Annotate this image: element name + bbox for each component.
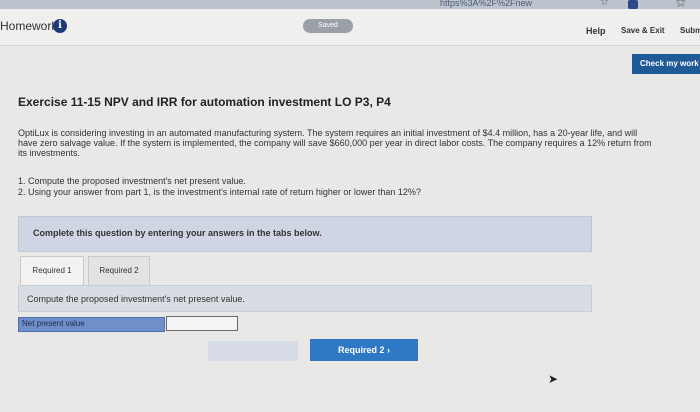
exercise-title: Exercise 11-15 NPV and IRR for automatio…	[18, 95, 391, 109]
question-2: 2. Using your answer from part 1, is the…	[18, 187, 421, 197]
instructions-text: Complete this question by entering your …	[33, 228, 322, 238]
help-link[interactable]: Help	[586, 26, 606, 36]
check-my-work-button[interactable]: Check my work	[632, 54, 700, 74]
npv-label-text: Net present value	[22, 319, 85, 328]
assignment-header: Homework i Saved Help Save & Exit Submit	[0, 9, 700, 46]
npv-input[interactable]	[166, 316, 238, 331]
mouse-cursor-icon: ➤	[548, 372, 559, 386]
saved-status-badge: Saved	[303, 19, 353, 33]
question-panel: Compute the proposed investment's net pr…	[18, 285, 592, 312]
browser-url-bar: https%3A%2F%2Fnew ☆ ⚝	[0, 0, 700, 9]
panel-prompt: Compute the proposed investment's net pr…	[27, 294, 245, 304]
instructions-banner: Complete this question by entering your …	[18, 216, 592, 252]
tab-required-1[interactable]: Required 1	[20, 256, 84, 286]
info-icon[interactable]: i	[53, 19, 67, 33]
next-required-2-button[interactable]: Required 2 ›	[310, 339, 418, 361]
npv-field-label: Net present value	[18, 317, 165, 332]
extensions-menu-icon[interactable]: ⚝	[676, 0, 686, 8]
tab-required-2[interactable]: Required 2	[88, 256, 150, 286]
bookmark-star-icon[interactable]: ☆	[600, 0, 609, 8]
submit-link[interactable]: Submit	[680, 26, 700, 35]
homework-label: Homework	[0, 19, 58, 33]
previous-button-disabled	[208, 341, 298, 361]
url-text[interactable]: https%3A%2F%2Fnew	[440, 0, 532, 8]
exercise-description: OptiLux is considering investing in an a…	[18, 128, 652, 158]
extension-icon[interactable]	[628, 0, 638, 9]
question-1: 1. Compute the proposed investment's net…	[18, 176, 246, 186]
save-exit-link[interactable]: Save & Exit	[621, 26, 665, 35]
